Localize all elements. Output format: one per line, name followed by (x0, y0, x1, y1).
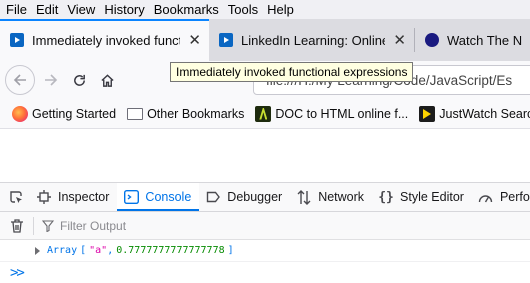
console-message: Array [ "a" , 0.7777777777777778 ] (0, 240, 530, 262)
trash-icon[interactable] (9, 218, 25, 234)
performance-icon (478, 189, 494, 205)
devtools-tab-label: Inspector (58, 190, 110, 204)
bookmark-label: Other Bookmarks (147, 106, 245, 121)
devtools-tab-console[interactable]: Console (117, 183, 200, 211)
forward-arrow-icon (45, 74, 58, 86)
browser-tab[interactable]: LinkedIn Learning: Online Co ✕ (209, 19, 414, 61)
expand-arrow-icon[interactable] (35, 246, 40, 255)
console-prompt-icon: >> (10, 264, 25, 281)
devtools-tab-label: Debugger (227, 190, 283, 204)
home-button[interactable] (93, 66, 121, 94)
console-filter-bar (0, 212, 530, 240)
menu-help[interactable]: Help (267, 2, 294, 17)
array-type-label[interactable]: Array (47, 245, 77, 256)
menu-bookmarks[interactable]: Bookmarks (154, 2, 219, 17)
tab-tooltip: Immediately invoked functional expressio… (170, 62, 414, 82)
inspector-icon (36, 189, 52, 205)
devtools-tab-network[interactable]: Network (290, 183, 372, 211)
close-tab-icon[interactable]: ✕ (188, 31, 201, 49)
tab-strip: Immediately invoked functio ✕ LinkedIn L… (0, 19, 530, 61)
page-content (0, 130, 530, 182)
browser-tab-active[interactable]: Immediately invoked functio ✕ (0, 19, 209, 61)
devtools-tab-label: Perfo (499, 190, 530, 204)
bookmark-getting-started[interactable]: Getting Started (12, 105, 117, 122)
filter-icon (42, 219, 54, 232)
close-tab-icon[interactable]: ✕ (393, 31, 406, 49)
devtools-tab-label: Network (318, 190, 365, 204)
linkedin-learning-icon (10, 33, 24, 47)
back-arrow-icon (13, 74, 26, 86)
debugger-icon (205, 189, 221, 205)
bookmark-other-bookmarks[interactable]: Other Bookmarks (127, 107, 244, 121)
site-icon (425, 33, 439, 47)
network-icon (296, 189, 312, 205)
array-number-value: 0.7777777777777778 (116, 245, 225, 256)
element-picker-icon (10, 191, 22, 203)
bookmark-label: DOC to HTML online f... (275, 106, 409, 121)
menu-view[interactable]: View (67, 2, 95, 17)
bookmark-label: Getting Started (32, 106, 117, 121)
devtools-tab-label: Style Editor (400, 190, 464, 204)
browser-tab[interactable]: Watch The Nut (415, 19, 530, 61)
style-editor-icon: {} (378, 189, 394, 205)
toolbar-divider (33, 216, 34, 235)
menu-file[interactable]: File (6, 2, 27, 17)
tab-title: Immediately invoked functio (32, 32, 181, 48)
back-button[interactable] (5, 65, 35, 95)
justwatch-icon (419, 105, 436, 122)
console-input[interactable]: >> (0, 262, 530, 283)
bookmark-label: JustWatch Search (439, 106, 530, 121)
bookmarks-toolbar: Getting Started Other Bookmarks DOC to H… (0, 99, 530, 129)
bookmark-justwatch[interactable]: JustWatch Search (419, 105, 530, 122)
firefox-icon (12, 105, 28, 122)
devtools-tab-label: Console (145, 190, 192, 204)
reload-button[interactable] (65, 66, 93, 94)
reload-icon (73, 74, 85, 86)
element-picker-button[interactable] (0, 183, 30, 211)
tab-title: LinkedIn Learning: Online Co (241, 32, 386, 48)
menu-history[interactable]: History (104, 2, 144, 17)
doc-to-html-icon (255, 105, 272, 122)
array-string-value: "a" (89, 245, 108, 256)
menu-tools[interactable]: Tools (228, 2, 258, 17)
filter-output-input[interactable] (60, 218, 260, 233)
menu-bar: File Edit View History Bookmarks Tools H… (0, 0, 530, 19)
home-icon (100, 73, 114, 87)
devtools-tab-performance[interactable]: Perfo (472, 183, 530, 211)
console-icon (123, 189, 139, 205)
forward-button[interactable] (37, 66, 65, 94)
bookmark-doc-to-html[interactable]: DOC to HTML online f... (255, 105, 409, 122)
devtools-tab-inspector[interactable]: Inspector (30, 183, 117, 211)
devtools-tab-style-editor[interactable]: {} Style Editor (372, 183, 472, 211)
devtools-tab-debugger[interactable]: Debugger (199, 183, 290, 211)
linkedin-learning-icon (219, 33, 233, 47)
folder-icon (127, 107, 144, 120)
devtools-toolbar: Inspector Console Debugger Network {} St… (0, 182, 530, 212)
array-open-bracket: [ (80, 245, 87, 256)
array-comma: , (107, 245, 114, 256)
tab-title: Watch The Nut (447, 32, 522, 48)
array-close-bracket: ] (227, 245, 234, 256)
menu-edit[interactable]: Edit (36, 2, 58, 17)
